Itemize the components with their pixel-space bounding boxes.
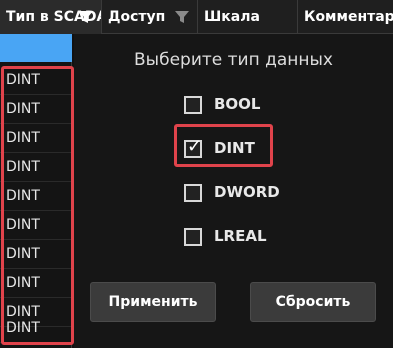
table-cell[interactable]: DINT: [0, 269, 72, 298]
table-cell[interactable]: DINT: [0, 95, 72, 124]
column-header-scale[interactable]: Шкала: [198, 0, 298, 34]
checkbox[interactable]: [184, 96, 202, 114]
filter-option-label: BOOL: [214, 95, 261, 113]
scada-type-column: DINT DINT DINT DINT DINT DINT DINT DINT …: [0, 34, 72, 348]
column-header-label: Шкала: [204, 9, 260, 25]
checkbox[interactable]: ✓: [184, 136, 203, 158]
table-cell[interactable]: DINT: [0, 124, 72, 153]
column-header-label: Доступ: [108, 9, 166, 25]
table-cell[interactable]: DINT: [0, 182, 72, 211]
column-header-label: Комментарий: [304, 9, 393, 25]
selected-cell[interactable]: [0, 34, 72, 62]
filter-option-label: DINT: [214, 139, 255, 157]
table-cell[interactable]: DINT: [0, 240, 72, 269]
filter-option-label: DWORD: [214, 183, 280, 201]
reset-button[interactable]: Сбросить: [250, 282, 376, 322]
column-header-comment[interactable]: Комментарий: [298, 0, 393, 34]
table-header: Тип в SCADA Доступ Шкала Комментарий: [0, 0, 393, 34]
table-cell[interactable]: DINT: [0, 66, 72, 95]
checkbox[interactable]: [184, 228, 202, 246]
checkmark-icon: ✓: [187, 136, 203, 157]
checkbox[interactable]: [184, 184, 202, 202]
funnel-icon[interactable]: [174, 9, 190, 25]
funnel-icon[interactable]: [78, 9, 94, 25]
column-header-access[interactable]: Доступ: [102, 0, 198, 34]
filter-option-label: LREAL: [214, 227, 267, 245]
filter-popup-title: Выберите тип данных: [134, 50, 333, 70]
column-header-scada-type[interactable]: Тип в SCADA: [0, 0, 102, 34]
table-cell[interactable]: DINT: [0, 211, 72, 240]
table-cell[interactable]: DINT: [0, 153, 72, 182]
apply-button[interactable]: Применить: [90, 282, 216, 322]
filter-popup: Выберите тип данных BOOL ✓ DINT DWORD LR…: [74, 34, 393, 348]
table-cell[interactable]: DINT: [0, 314, 72, 343]
